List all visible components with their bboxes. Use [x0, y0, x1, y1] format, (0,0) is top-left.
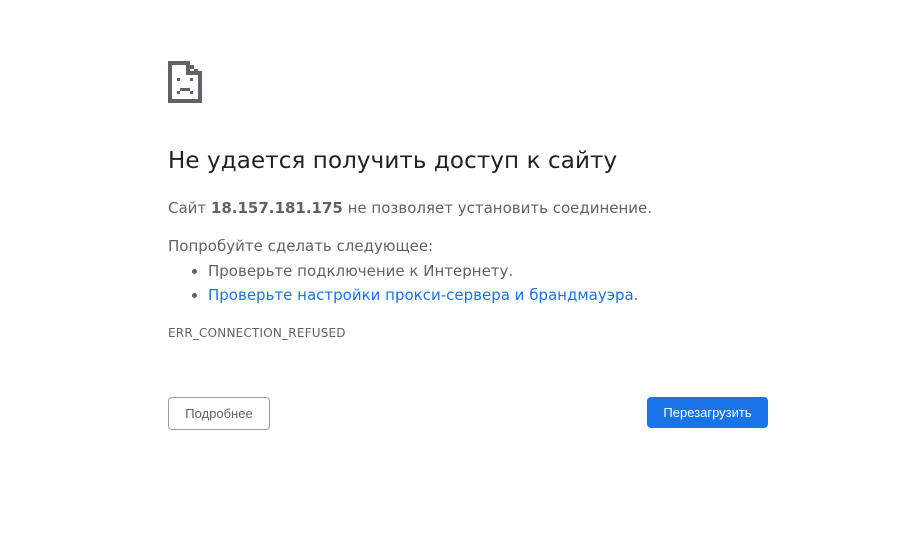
host-name: 18.157.181.175 — [210, 199, 343, 217]
suggestions-label: Попробуйте сделать следующее: — [168, 237, 434, 255]
description-prefix: Сайт — [168, 199, 211, 217]
suggestion-trail: . — [633, 286, 639, 304]
proxy-firewall-link[interactable]: Проверьте настройки прокси-сервера и бра… — [208, 286, 634, 304]
description-suffix: не позволяет установить соединение. — [342, 199, 653, 217]
suggestions-list: Проверьте подключение к Интернету. Прове… — [168, 259, 638, 307]
details-button[interactable]: Подробнее — [168, 397, 270, 430]
page-title: Не удается получить доступ к сайту — [168, 148, 618, 174]
suggestion-item: Проверьте настройки прокси-сервера и бра… — [208, 283, 638, 307]
reload-button[interactable]: Перезагрузить — [647, 397, 768, 428]
suggestion-item: Проверьте подключение к Интернету. — [208, 259, 638, 283]
error-description: Сайт 18.157.181.175 не позволяет установ… — [168, 198, 652, 218]
suggestion-text: Проверьте подключение к Интернету. — [208, 262, 514, 280]
error-page: Не удается получить доступ к сайту Сайт … — [0, 0, 905, 549]
sad-page-icon — [168, 61, 202, 103]
error-code: ERR_CONNECTION_REFUSED — [168, 326, 346, 340]
